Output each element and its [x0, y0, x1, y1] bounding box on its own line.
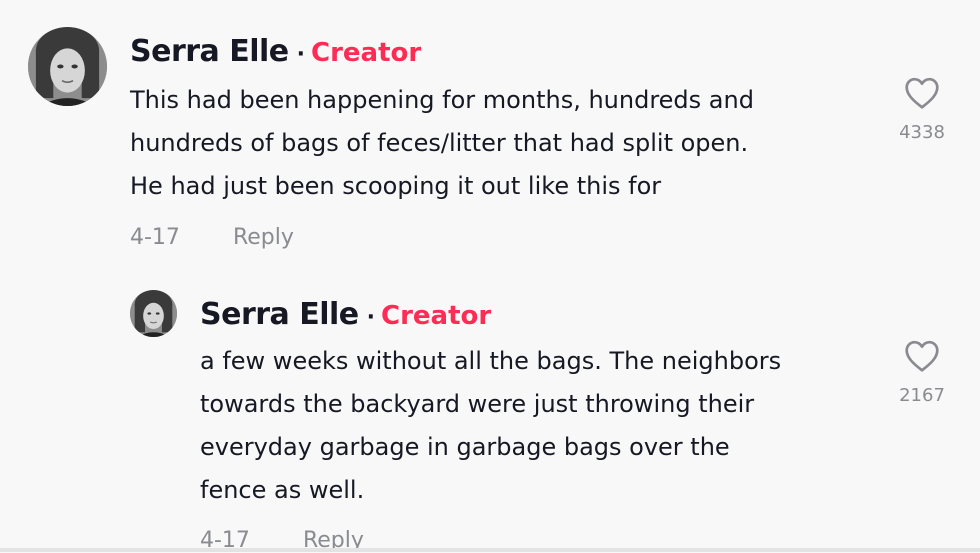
comment-text-line: towards the backyard were just throwing … — [200, 390, 755, 418]
heart-outline-icon[interactable] — [904, 339, 940, 373]
heart-outline-icon[interactable] — [904, 76, 940, 110]
separator-dot: · — [296, 42, 305, 67]
reply-button[interactable]: Reply — [233, 225, 294, 250]
comment-text-line: a few weeks without all the bags. The ne… — [200, 347, 782, 375]
avatar[interactable] — [28, 27, 107, 106]
creator-badge: Creator — [381, 301, 492, 331]
comment-date: 4-17 — [130, 225, 180, 250]
like-count: 4338 — [899, 122, 945, 143]
comment-meta: 4-17 Reply — [130, 225, 294, 250]
comment-text-line: everyday garbage in garbage bags over th… — [200, 433, 730, 461]
comment-text-line: This had been happening for months, hund… — [130, 86, 754, 114]
like-count: 2167 — [899, 385, 945, 406]
user-avatar-icon — [28, 27, 107, 106]
like-control: 2167 — [887, 339, 957, 406]
like-control: 4338 — [887, 76, 957, 143]
comment-text: a few weeks without all the bags. The ne… — [200, 340, 781, 512]
user-avatar-icon — [130, 290, 177, 337]
avatar[interactable] — [130, 290, 177, 337]
comment-text-line: He had just been scooping it out like th… — [130, 172, 662, 200]
creator-badge: Creator — [311, 38, 422, 68]
bottom-divider — [0, 548, 980, 552]
comment-header: Serra Elle · Creator — [130, 34, 421, 69]
comment-text-line: fence as well. — [200, 476, 365, 504]
username[interactable]: Serra Elle — [130, 34, 289, 69]
separator-dot: · — [366, 305, 375, 330]
username[interactable]: Serra Elle — [200, 297, 359, 332]
comment-text: This had been happening for months, hund… — [130, 79, 754, 208]
comment-text-line: hundreds of bags of feces/litter that ha… — [130, 129, 749, 157]
comment-header: Serra Elle · Creator — [200, 297, 491, 332]
